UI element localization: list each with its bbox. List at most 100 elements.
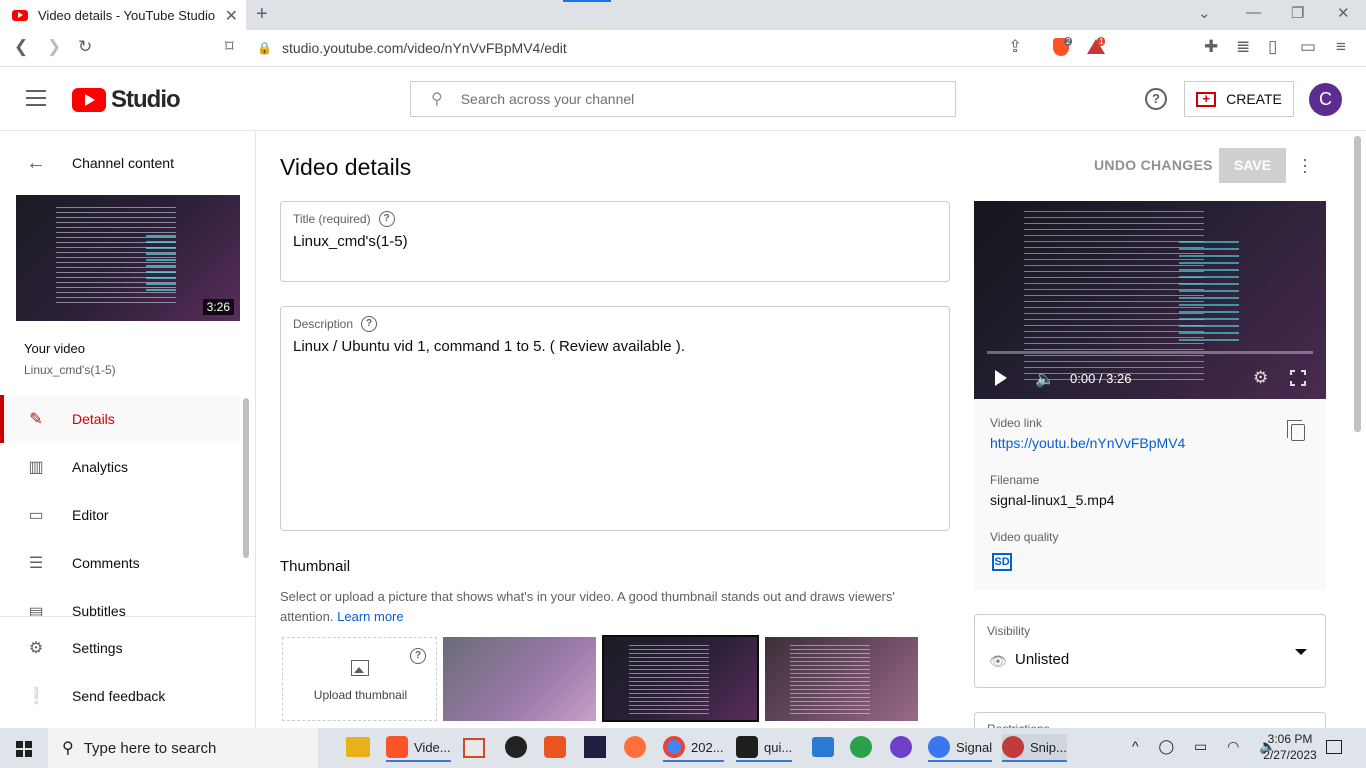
- maximize-icon[interactable]: ❐: [1291, 4, 1304, 22]
- minimize-icon[interactable]: —: [1246, 4, 1261, 21]
- taskbar-clock[interactable]: 3:06 PM 2/27/2023: [1255, 731, 1325, 763]
- title-value[interactable]: Linux_cmd's(1-5): [293, 233, 408, 250]
- firefox-icon[interactable]: [624, 736, 646, 758]
- taskbar-app-brave[interactable]: Vide...: [386, 734, 451, 762]
- sidebar-item-feedback[interactable]: ❕ Send feedback: [0, 672, 240, 720]
- file-explorer-icon[interactable]: [346, 737, 370, 757]
- player-settings-icon[interactable]: ⚙: [1253, 368, 1268, 388]
- hamburger-menu-icon[interactable]: [26, 90, 46, 106]
- sidebar-item-analytics[interactable]: ▥ Analytics: [0, 443, 240, 491]
- taskbar-app-signal[interactable]: Signal: [928, 734, 993, 762]
- save-button[interactable]: SAVE: [1219, 148, 1286, 183]
- undo-changes-button[interactable]: UNDO CHANGES: [1094, 157, 1213, 173]
- wallet-icon[interactable]: ▭: [1300, 37, 1316, 57]
- main-scrollbar[interactable]: [1354, 136, 1361, 432]
- studio-logo[interactable]: Studio: [72, 86, 181, 114]
- tab-close-icon[interactable]: ✕: [225, 6, 238, 26]
- help-circle-icon[interactable]: ?: [410, 648, 426, 664]
- copy-icon[interactable]: [1287, 420, 1305, 441]
- taskbar-app-chrome[interactable]: 202...: [663, 734, 724, 762]
- bookmark-icon[interactable]: ⌑: [225, 37, 234, 57]
- url-text[interactable]: studio.youtube.com/video/nYnVvFBpMV4/edi…: [282, 40, 567, 56]
- thumbnail-option-2-selected[interactable]: [602, 635, 759, 722]
- back-icon[interactable]: ❮: [14, 37, 28, 57]
- editor-icon: ▭: [28, 507, 44, 524]
- thumbnail-option-1[interactable]: [443, 637, 596, 721]
- channel-search-input[interactable]: ⚲ Search across your channel: [410, 81, 956, 117]
- thumbnail-description: Select or upload a picture that shows wh…: [280, 587, 930, 627]
- app-icon-1[interactable]: [463, 738, 485, 758]
- windows-start-icon[interactable]: [16, 741, 32, 757]
- sidebar-video-thumbnail[interactable]: 3:26: [16, 195, 240, 321]
- reload-icon[interactable]: ↻: [78, 37, 92, 57]
- app-icon-3[interactable]: [850, 736, 872, 758]
- tab-loading-indicator: [563, 0, 611, 2]
- extensions-icon[interactable]: ✚: [1204, 37, 1218, 57]
- description-value[interactable]: Linux / Ubuntu vid 1, command 1 to 5. ( …: [293, 338, 685, 355]
- sidebar-item-label: Settings: [72, 640, 123, 656]
- terminal-icon: [736, 736, 758, 758]
- youtube-favicon-icon: [12, 9, 28, 21]
- channel-content-link[interactable]: Channel content: [72, 155, 174, 171]
- sidebar-scrollbar[interactable]: [243, 398, 249, 558]
- sidebar-item-editor[interactable]: ▭ Editor: [0, 491, 240, 539]
- create-button[interactable]: + CREATE: [1184, 81, 1294, 117]
- clock-time: 3:06 PM: [1267, 732, 1313, 746]
- sidebar-item-details[interactable]: ✎ Details: [0, 395, 240, 443]
- sidebar-divider: [0, 616, 256, 617]
- ubuntu-icon[interactable]: [544, 736, 566, 758]
- description-field-label: Description: [293, 317, 354, 331]
- description-field[interactable]: Description ? Linux / Ubuntu vid 1, comm…: [280, 306, 950, 531]
- browser-tab-active[interactable]: Video details - YouTube Studio ✕: [0, 0, 246, 30]
- tab-search-chevron-icon[interactable]: ⌄: [1198, 4, 1211, 22]
- taskbar-app-label: Vide...: [414, 739, 451, 755]
- linux-penguin-icon[interactable]: [505, 736, 527, 758]
- pencil-icon: ✎: [29, 411, 43, 428]
- upload-thumbnail-button[interactable]: Upload thumbnail ?: [282, 637, 437, 721]
- avatar[interactable]: C: [1309, 83, 1342, 116]
- intellij-icon[interactable]: [584, 736, 606, 758]
- share-icon[interactable]: ⇪: [1008, 37, 1022, 57]
- help-circle-icon[interactable]: ?: [361, 316, 378, 332]
- analytics-icon: ▥: [28, 459, 44, 476]
- play-icon[interactable]: [995, 370, 1007, 386]
- upload-thumbnail-label: Upload thumbnail: [313, 688, 408, 702]
- github-icon[interactable]: [890, 736, 912, 758]
- app-icon-2[interactable]: [812, 737, 834, 757]
- fullscreen-icon[interactable]: [1290, 370, 1306, 386]
- sidebar-item-comments[interactable]: ☰ Comments: [0, 539, 240, 587]
- address-bar[interactable]: 🔒 studio.youtube.com/video/nYnVvFBpMV4/e…: [247, 35, 1319, 61]
- sidebar-video-title: Linux_cmd's(1-5): [24, 363, 116, 377]
- back-arrow-icon[interactable]: ←: [26, 152, 46, 175]
- taskbar-app-snipping[interactable]: Snip...: [1002, 734, 1067, 762]
- new-tab-button[interactable]: +: [256, 3, 268, 26]
- logo-text: Studio: [111, 86, 181, 113]
- title-field[interactable]: Title (required) ? Linux_cmd's(1-5): [280, 201, 950, 282]
- youtube-play-logo-icon: [72, 88, 106, 112]
- notifications-icon[interactable]: [1326, 740, 1342, 754]
- taskbar-search-input[interactable]: ⚲ Type here to search: [48, 728, 318, 768]
- video-preview-player[interactable]: [974, 201, 1326, 399]
- video-link[interactable]: https://youtu.be/nYnVvFBpMV4: [990, 435, 1185, 451]
- video-progress-bar[interactable]: [987, 351, 1313, 354]
- taskbar-app-label: Signal: [956, 739, 993, 755]
- volume-icon[interactable]: 🔈: [1035, 369, 1055, 389]
- feedback-icon: ❕: [26, 688, 46, 705]
- sidebar-toggle-icon[interactable]: ▯: [1268, 37, 1277, 57]
- visibility-value: Unlisted: [1015, 651, 1070, 668]
- playlist-icon[interactable]: ≣: [1236, 37, 1250, 57]
- visibility-dropdown[interactable]: Visibility 👁 Unlisted: [974, 614, 1326, 688]
- sidebar-item-settings[interactable]: ⚙ Settings: [0, 624, 240, 672]
- sidebar-item-subtitles[interactable]: ▤ Subtitles: [0, 587, 240, 616]
- help-icon[interactable]: ?: [1145, 88, 1167, 110]
- help-circle-icon[interactable]: ?: [378, 211, 395, 227]
- thumbnail-option-3[interactable]: [765, 637, 918, 721]
- learn-more-link[interactable]: Learn more: [337, 609, 403, 624]
- search-icon: ⚲: [431, 91, 443, 108]
- forward-icon[interactable]: ❯: [47, 37, 61, 57]
- sidebar-item-label: Subtitles: [72, 603, 126, 616]
- window-close-icon[interactable]: ✕: [1337, 4, 1350, 22]
- more-options-icon[interactable]: · · ·: [1298, 150, 1312, 180]
- taskbar-app-terminal[interactable]: qui...: [736, 734, 793, 762]
- browser-menu-icon[interactable]: ≡: [1336, 37, 1346, 57]
